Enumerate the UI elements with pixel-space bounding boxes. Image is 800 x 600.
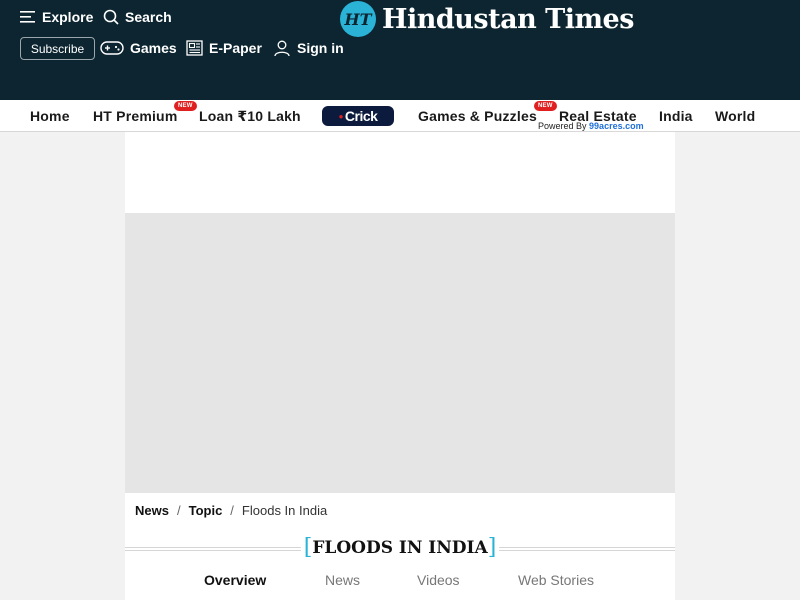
powered-by: Powered By 99acres.com — [538, 121, 644, 131]
nav-item-crick-label: Crick — [344, 108, 378, 124]
games-label: Games — [130, 40, 177, 56]
search-icon — [103, 9, 119, 25]
breadcrumb-news[interactable]: News — [135, 503, 169, 518]
games-button[interactable]: Games — [100, 39, 177, 57]
menu-icon — [20, 11, 35, 23]
new-badge: NEW — [534, 101, 557, 111]
close-bracket: ] — [487, 535, 497, 560]
subscribe-button[interactable]: Subscribe — [20, 37, 95, 60]
search-button[interactable]: Search — [103, 8, 172, 26]
ad-placeholder — [125, 213, 675, 493]
search-label: Search — [125, 9, 172, 25]
live-dot-icon: ● — [338, 111, 344, 121]
logo-text: Hindustan Times — [382, 3, 634, 35]
nav-item-world[interactable]: World — [715, 108, 755, 124]
tab-overview[interactable]: Overview — [204, 572, 266, 588]
gamepad-icon — [100, 41, 124, 55]
nav-item-games-puzzles-label: Games & Puzzles — [418, 108, 537, 124]
nav-item-crick[interactable]: ● Crick — [322, 106, 394, 126]
breadcrumb-current: Floods In India — [241, 503, 328, 518]
epaper-label: E-Paper — [209, 40, 262, 56]
logo-mark: HT — [340, 1, 376, 37]
newspaper-icon — [186, 40, 203, 56]
new-badge: NEW — [174, 101, 197, 111]
tab-news[interactable]: News — [325, 572, 360, 588]
explore-button[interactable]: Explore — [20, 8, 93, 26]
nav-item-home[interactable]: Home — [30, 108, 70, 124]
powered-by-brand[interactable]: 99acres.com — [589, 121, 644, 131]
nav-item-india[interactable]: India — [659, 108, 693, 124]
page-title: [FLOODS IN INDIA] — [303, 535, 497, 560]
breadcrumb: News / Topic / Floods In India — [135, 503, 327, 518]
nav-item-games-puzzles[interactable]: Games & Puzzles NEW — [418, 101, 557, 124]
main-nav: Home HT Premium NEW Loan ₹10 Lakh Games … — [0, 100, 800, 132]
signin-button[interactable]: Sign in — [273, 39, 344, 57]
divider — [125, 547, 301, 551]
epaper-button[interactable]: E-Paper — [186, 39, 262, 57]
user-icon — [274, 40, 290, 57]
breadcrumb-separator: / — [176, 503, 181, 518]
breadcrumb-separator: / — [230, 503, 234, 518]
explore-label: Explore — [42, 9, 94, 25]
tab-web-stories[interactable]: Web Stories — [518, 572, 594, 588]
tab-videos[interactable]: Videos — [417, 572, 460, 588]
breadcrumb-topic[interactable]: Topic — [189, 503, 223, 518]
site-logo[interactable]: HT Hindustan Times — [340, 1, 634, 37]
nav-item-ht-premium[interactable]: HT Premium NEW — [93, 101, 197, 124]
topic-tabs: Overview News Videos Web Stories — [125, 572, 675, 592]
main-content: News / Topic / Floods In India [FLOODS I… — [125, 132, 675, 600]
signin-label: Sign in — [297, 40, 344, 56]
powered-by-label: Powered By — [538, 121, 587, 131]
ad-slot-top — [125, 132, 675, 212]
divider — [499, 547, 675, 551]
topic-header: [FLOODS IN INDIA] — [125, 535, 675, 560]
nav-item-loan[interactable]: Loan ₹10 Lakh — [199, 108, 301, 125]
page-title-text: FLOODS IN INDIA — [312, 538, 488, 558]
nav-item-ht-premium-label: HT Premium — [93, 108, 178, 124]
site-header: Explore Search HT Hindustan Times Subscr… — [0, 0, 800, 100]
